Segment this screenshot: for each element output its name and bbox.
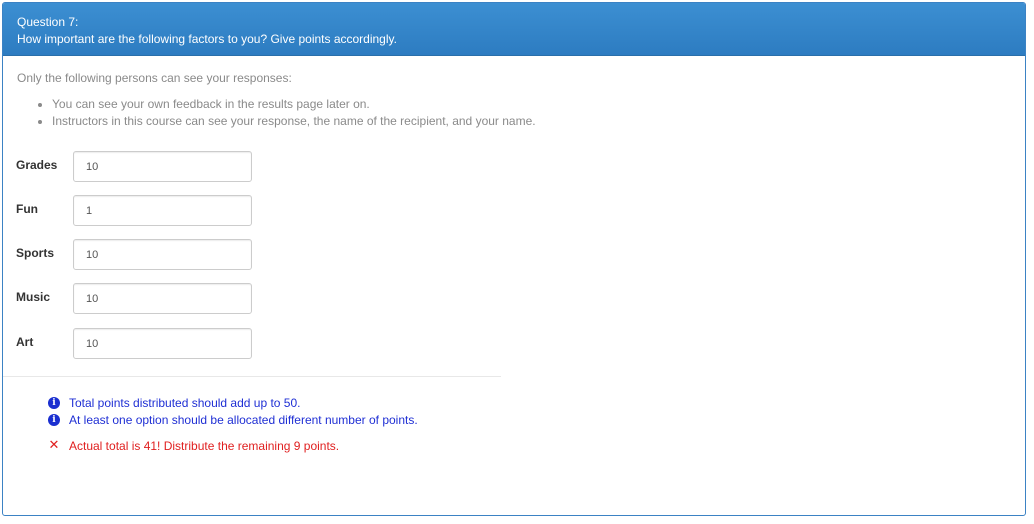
fun-points-input[interactable]: [73, 195, 252, 226]
info-icon: i: [48, 397, 60, 409]
info-message-total: i Total points distributed should add up…: [48, 396, 301, 410]
visibility-list: You can see your own feedback in the res…: [17, 96, 1011, 130]
art-points-input[interactable]: [73, 328, 252, 359]
option-row-art: Art: [16, 328, 266, 367]
option-label: Art: [16, 335, 34, 349]
info-message-text: At least one option should be allocated …: [69, 413, 418, 427]
option-row-sports: Sports: [16, 239, 266, 278]
option-label: Fun: [16, 202, 38, 216]
music-points-input[interactable]: [73, 283, 252, 314]
error-message: ✕ Actual total is 41! Distribute the rem…: [48, 438, 340, 454]
info-message-text: Total points distributed should add up t…: [69, 396, 301, 410]
visibility-item: You can see your own feedback in the res…: [52, 96, 1011, 113]
question-text: How important are the following factors …: [17, 32, 397, 46]
sports-points-input[interactable]: [73, 239, 252, 270]
grades-points-input[interactable]: [73, 151, 252, 182]
option-label: Music: [16, 290, 51, 304]
visibility-item: Instructors in this course can see your …: [52, 113, 1011, 130]
option-label: Sports: [16, 246, 55, 260]
option-row-fun: Fun: [16, 195, 266, 234]
info-message-distinct: i At least one option should be allocate…: [48, 413, 418, 427]
question-body: Only the following persons can see your …: [3, 70, 1025, 130]
error-message-text: Actual total is 41! Distribute the remai…: [69, 439, 340, 453]
question-header: Question 7: How important are the follow…: [3, 3, 1025, 56]
question-panel: Question 7: How important are the follow…: [2, 2, 1026, 516]
visibility-intro: Only the following persons can see your …: [17, 71, 292, 85]
option-row-grades: Grades: [16, 151, 266, 190]
option-row-music: Music: [16, 283, 266, 322]
option-label: Grades: [16, 158, 58, 172]
divider: [3, 376, 501, 377]
question-number: Question 7:: [17, 15, 79, 29]
cross-icon: ✕: [48, 438, 60, 453]
info-icon: i: [48, 414, 60, 426]
